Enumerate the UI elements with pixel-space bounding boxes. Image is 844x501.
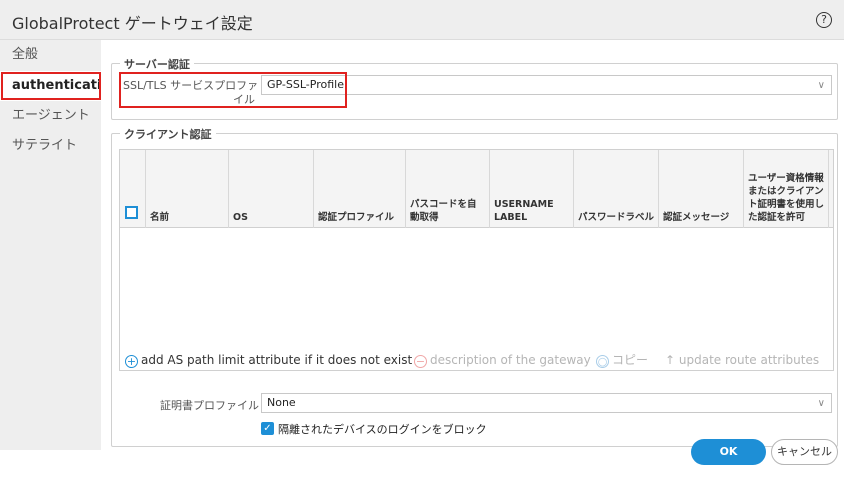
table-header: 名前 OS 認証プロファイル パスコードを自動取得 USERNAME LABEL…: [120, 150, 833, 228]
sidebar-item-satellite[interactable]: サテライト: [0, 131, 101, 161]
cancel-button[interactable]: キャンセル: [771, 439, 838, 465]
block-quarantined-label: 隔離されたデバイスのログインをブロック: [278, 423, 487, 436]
add-label: add AS path limit attribute if it does n…: [141, 353, 413, 367]
cert-profile-value: None: [267, 396, 296, 409]
column-os[interactable]: OS: [229, 150, 314, 228]
delete-label: description of the gateway: [430, 353, 591, 367]
column-name[interactable]: 名前: [146, 150, 229, 228]
select-all-column: [120, 150, 146, 228]
copy-label: コピー: [612, 353, 649, 367]
sidebar: 全般 authenticatio エージェント サテライト: [0, 40, 101, 450]
title-bar: GlobalProtect ゲートウェイ設定 ?: [0, 0, 844, 40]
sidebar-item-agent[interactable]: エージェント: [0, 101, 101, 131]
column-allow-auth[interactable]: ユーザー資格情報またはクライアント証明書を使用した認証を許可: [744, 150, 829, 228]
cert-profile-label: 証明書プロファイル: [160, 399, 259, 412]
server-auth-legend: サーバー認証: [120, 56, 194, 72]
sidebar-item-general[interactable]: 全般: [0, 40, 101, 70]
client-auth-table: 名前 OS 認証プロファイル パスコードを自動取得 USERNAME LABEL…: [119, 149, 834, 371]
column-auto-passcode[interactable]: パスコードを自動取得: [406, 150, 490, 228]
help-icon[interactable]: ?: [816, 12, 832, 28]
update-button[interactable]: ↑ update route attributes: [665, 350, 819, 370]
copy-icon: ○: [596, 355, 609, 368]
plus-icon: +: [125, 355, 138, 368]
column-auth-profile[interactable]: 認証プロファイル: [314, 150, 406, 228]
minus-icon: −: [414, 355, 427, 368]
ok-button[interactable]: OK: [691, 439, 766, 465]
add-button[interactable]: + add AS path limit attribute if it does …: [125, 350, 412, 370]
dialog-title: GlobalProtect ゲートウェイ設定: [12, 14, 253, 33]
column-password-label[interactable]: パスワードラベル: [574, 150, 659, 228]
column-username-label[interactable]: USERNAME LABEL: [490, 150, 574, 228]
highlight-frame: [1, 72, 101, 100]
copy-button[interactable]: ○ コピー: [596, 350, 648, 370]
table-toolbar: + add AS path limit attribute if it does …: [120, 350, 833, 370]
delete-button[interactable]: − description of the gateway: [414, 350, 591, 370]
update-label: update route attributes: [678, 353, 820, 367]
client-auth-legend: クライアント認証: [120, 126, 216, 142]
cert-profile-select[interactable]: None ∨: [261, 393, 832, 413]
block-quarantined-checkbox[interactable]: ✓: [261, 422, 274, 435]
chevron-down-icon: ∨: [817, 398, 825, 409]
chevron-down-icon: ∨: [817, 80, 825, 91]
column-auth-message[interactable]: 認証メッセージ: [659, 150, 744, 228]
up-arrow-icon: ↑: [665, 353, 679, 367]
ssl-highlight-frame: [119, 72, 347, 108]
select-all-checkbox[interactable]: [125, 206, 138, 219]
sidebar-item-authentication[interactable]: authenticatio: [0, 71, 101, 101]
